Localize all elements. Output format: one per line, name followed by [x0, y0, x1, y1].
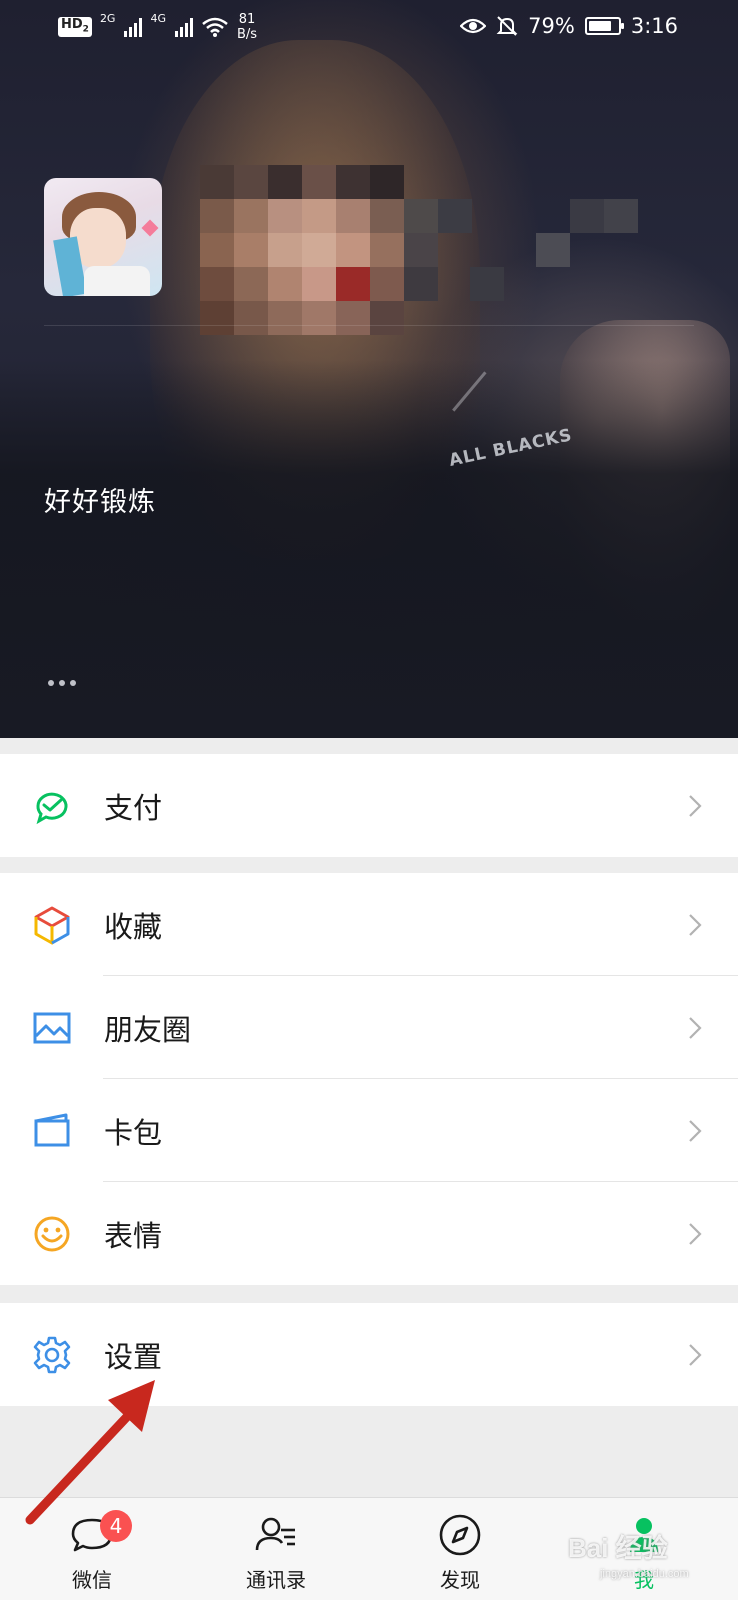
- avatar-body: [84, 266, 150, 296]
- tab-discover[interactable]: 发现: [400, 1498, 520, 1600]
- smiley-icon: [34, 1216, 70, 1251]
- chevron-right-icon: [689, 1016, 702, 1039]
- cube-icon: [34, 906, 70, 944]
- tab-label: 微信: [72, 1568, 112, 1592]
- menu-group-main: 收藏 朋友圈 卡包 表情: [0, 873, 738, 1285]
- menu-group-pay: 支付: [0, 754, 738, 857]
- network-speed: 81 B/s: [237, 12, 258, 42]
- menu-group-settings: 设置: [0, 1303, 738, 1406]
- watermark-url: jingyan.baidu.com: [600, 1568, 689, 1580]
- menu-item-moments[interactable]: 朋友圈: [0, 976, 738, 1079]
- contacts-icon: [255, 1517, 295, 1551]
- network-4g-label: 4G: [150, 12, 166, 25]
- menu-label: 表情: [104, 1218, 163, 1253]
- profile-cover[interactable]: ALL BLACKS HD2 2G 4G 81 B/s 79% 3:16 好好锻…: [0, 0, 738, 738]
- chevron-right-icon: [689, 1222, 702, 1245]
- cover-divider: [44, 325, 694, 326]
- avatar-heart: [141, 219, 159, 237]
- tab-contacts[interactable]: 通讯录: [216, 1498, 336, 1600]
- menu-label: 朋友圈: [104, 1012, 192, 1047]
- eye-icon: [460, 18, 487, 34]
- menu-label: 支付: [104, 790, 163, 825]
- bell-muted-icon: [496, 16, 518, 36]
- wallet-check-icon: [36, 792, 68, 824]
- menu-label: 收藏: [104, 909, 163, 944]
- compass-icon: [439, 1514, 481, 1556]
- chevron-right-icon: [689, 1119, 702, 1142]
- cover-photo-shirt: [0, 360, 738, 738]
- chevron-right-icon: [689, 794, 702, 817]
- menu-label: 卡包: [104, 1115, 163, 1150]
- signal-strength-icon-2: [175, 17, 193, 37]
- gear-icon: [33, 1336, 71, 1373]
- tab-chats[interactable]: 4 微信: [32, 1498, 152, 1600]
- chevron-right-icon: [689, 913, 702, 936]
- menu-item-cards[interactable]: 卡包: [0, 1079, 738, 1182]
- avatar[interactable]: [44, 178, 162, 296]
- chevron-right-icon: [689, 1343, 702, 1366]
- battery-icon: [584, 17, 624, 35]
- tab-label: 发现: [440, 1568, 480, 1592]
- menu-item-settings[interactable]: 设置: [0, 1303, 738, 1406]
- profile-signature[interactable]: 好好锻炼: [44, 480, 156, 519]
- more-options-icon[interactable]: [48, 680, 76, 686]
- menu-item-pay[interactable]: 支付: [0, 754, 738, 857]
- tab-label: 通讯录: [246, 1568, 306, 1592]
- clock: 3:16: [630, 14, 678, 38]
- picture-icon: [33, 1012, 71, 1043]
- menu-item-favorites[interactable]: 收藏: [0, 873, 738, 976]
- signal-strength-icon: [124, 17, 143, 37]
- menu-label: 设置: [104, 1339, 163, 1374]
- card-icon: [34, 1113, 70, 1146]
- watermark: Bai 经验: [568, 1533, 668, 1563]
- menu-item-stickers[interactable]: 表情: [0, 1182, 738, 1285]
- hd-indicator: HD2: [58, 16, 92, 38]
- unread-badge: 4: [100, 1510, 132, 1542]
- wifi-icon: [202, 17, 228, 37]
- status-bar: HD2 2G 4G 81 B/s 79% 3:16: [0, 0, 738, 56]
- network-2g-label: 2G: [99, 12, 116, 25]
- battery-percent: 79%: [528, 14, 575, 38]
